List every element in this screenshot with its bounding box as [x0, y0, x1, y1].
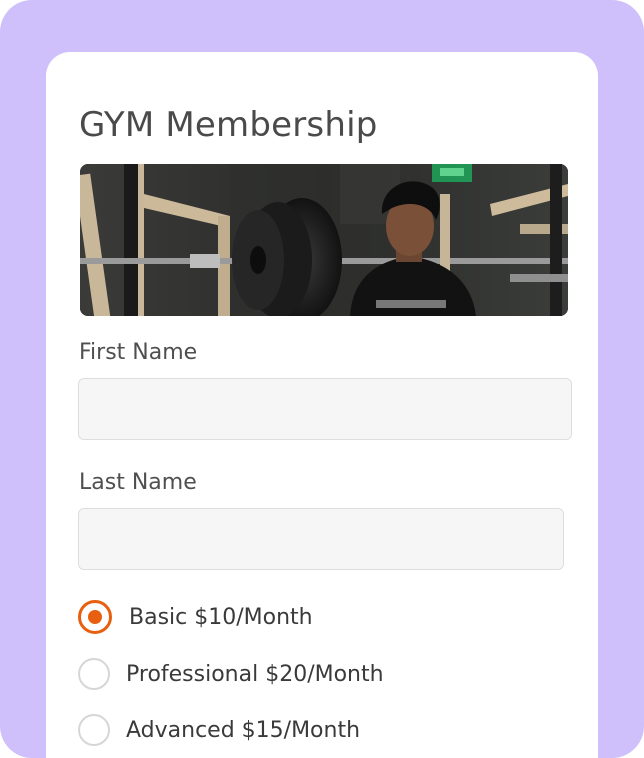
page-background: GYM Membership First Name Last Name Basi… — [0, 0, 644, 758]
first-name-input[interactable] — [78, 378, 572, 440]
plan-option-professional[interactable]: Professional $20/Month — [78, 657, 384, 691]
plan-option-basic[interactable]: Basic $10/Month — [78, 600, 313, 634]
gym-hero-image — [80, 164, 568, 316]
plan-label: Advanced $15/Month — [126, 717, 361, 743]
last-name-input[interactable] — [78, 508, 564, 570]
first-name-label: First Name — [79, 340, 198, 365]
plan-label: Professional $20/Month — [126, 661, 384, 687]
plan-label: Basic $10/Month — [129, 604, 313, 630]
radio-unselected-icon[interactable] — [78, 658, 110, 690]
form-card: GYM Membership First Name Last Name Basi… — [46, 52, 598, 758]
form-title: GYM Membership — [79, 105, 378, 145]
last-name-label: Last Name — [79, 470, 197, 495]
radio-selected-icon[interactable] — [78, 600, 112, 634]
plan-option-advanced[interactable]: Advanced $15/Month — [78, 713, 360, 747]
radio-unselected-icon[interactable] — [78, 714, 110, 746]
